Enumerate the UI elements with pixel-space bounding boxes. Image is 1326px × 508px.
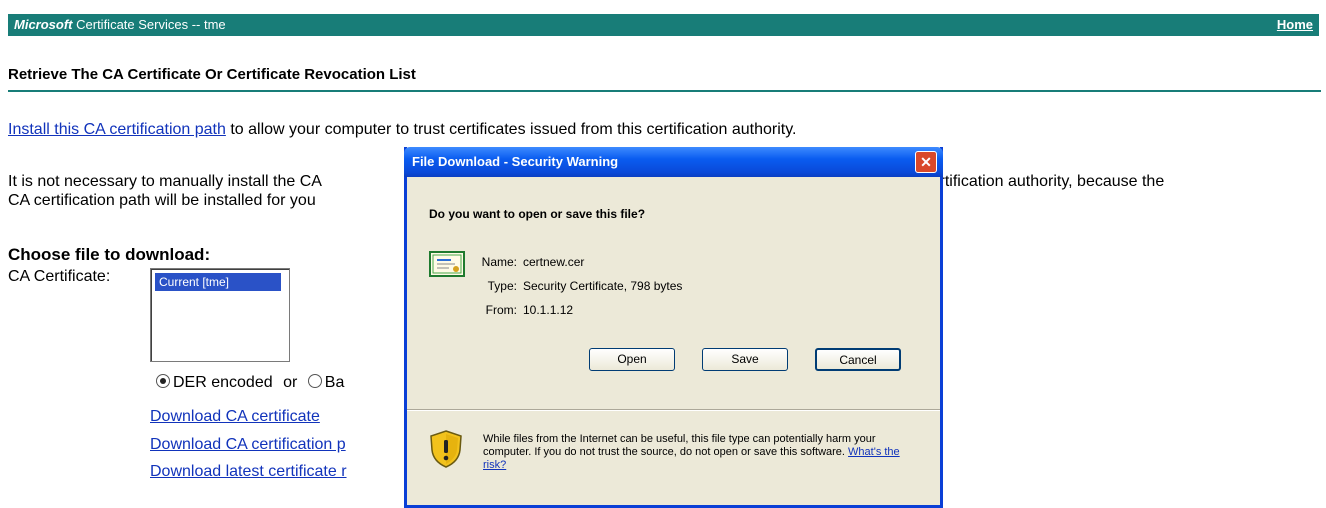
from-label: From: bbox=[485, 303, 517, 317]
name-label: Name: bbox=[481, 255, 517, 269]
save-button[interactable]: Save bbox=[702, 348, 788, 371]
dialog-divider-highlight bbox=[407, 410, 940, 411]
download-ca-certificate-link[interactable]: Download CA certificate bbox=[150, 408, 320, 426]
shield-warning-icon bbox=[430, 430, 462, 468]
install-ca-path-link[interactable]: Install this CA certification path bbox=[8, 121, 226, 138]
open-button[interactable]: Open bbox=[589, 348, 675, 371]
app-title: Microsoft Certificate Services -- tme bbox=[14, 17, 226, 32]
ca-certificate-label: CA Certificate: bbox=[8, 268, 111, 285]
info-text-left: It is not necessary to manually install … bbox=[8, 173, 322, 190]
install-paragraph: Install this CA certification path to al… bbox=[8, 121, 796, 139]
or-text: or bbox=[283, 374, 298, 391]
file-type-row: Type: Security Certificate, 798 bytes bbox=[459, 279, 683, 293]
brand-name: Microsoft bbox=[14, 17, 73, 32]
download-crl-link[interactable]: Download latest certificate r bbox=[150, 463, 347, 481]
der-radio[interactable] bbox=[156, 374, 170, 388]
file-download-dialog: File Download - Security Warning ✕ Do yo… bbox=[404, 147, 943, 508]
base64-label: Ba bbox=[324, 374, 345, 391]
dialog-question: Do you want to open or save this file? bbox=[429, 207, 646, 221]
der-label: DER encoded bbox=[173, 374, 273, 391]
close-icon[interactable]: ✕ bbox=[915, 151, 937, 173]
cancel-button[interactable]: Cancel bbox=[815, 348, 901, 371]
warning-message: While files from the Internet can be use… bbox=[483, 433, 876, 458]
app-subtitle: Certificate Services -- tme bbox=[76, 17, 226, 32]
dialog-titlebar[interactable]: File Download - Security Warning ✕ bbox=[404, 147, 943, 177]
encoding-radio-group: DER encoded or Ba bbox=[156, 374, 344, 392]
dialog-title: File Download - Security Warning bbox=[412, 154, 619, 169]
page-title: Retrieve The CA Certificate Or Certifica… bbox=[8, 66, 416, 83]
list-option-current[interactable]: Current [tme] bbox=[155, 273, 281, 291]
base64-radio[interactable] bbox=[307, 374, 322, 388]
choose-file-heading: Choose file to download: bbox=[8, 245, 211, 264]
security-warning-text: While files from the Internet can be use… bbox=[483, 433, 923, 472]
title-divider bbox=[8, 90, 1321, 92]
home-link[interactable]: Home bbox=[1277, 17, 1313, 32]
info-text-line2: CA certification path will be installed … bbox=[8, 192, 316, 209]
file-from-row: From: 10.1.1.12 bbox=[459, 303, 573, 317]
ca-certificate-listbox[interactable]: Current [tme] bbox=[150, 268, 290, 362]
name-value: certnew.cer bbox=[523, 255, 585, 269]
type-value: Security Certificate, 798 bytes bbox=[523, 279, 683, 293]
header-banner: Microsoft Certificate Services -- tme Ho… bbox=[8, 14, 1319, 36]
from-value: 10.1.1.12 bbox=[523, 303, 574, 317]
file-name-row: Name: certnew.cer bbox=[459, 255, 585, 269]
type-label: Type: bbox=[487, 279, 517, 293]
download-ca-path-link[interactable]: Download CA certification p bbox=[150, 436, 346, 454]
install-paragraph-text: to allow your computer to trust certific… bbox=[225, 121, 797, 138]
